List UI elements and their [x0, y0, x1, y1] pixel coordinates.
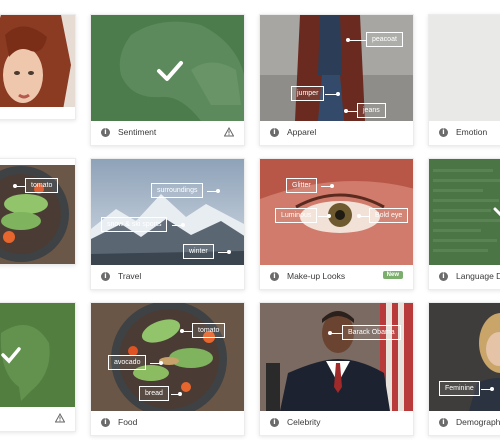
card-emotion-image — [429, 15, 500, 121]
card-food[interactable]: tomato avocado bread i Food — [90, 302, 245, 436]
card-title: Make-up Looks — [287, 271, 346, 281]
mountain-photo — [91, 159, 244, 265]
card-title: Travel — [118, 271, 142, 281]
card-language-footer: i Language De — [429, 263, 500, 289]
card-sentiment[interactable]: i Sentiment — [90, 14, 245, 146]
speech-illustration — [0, 325, 50, 401]
info-icon[interactable]: i — [270, 271, 279, 281]
apparel-photo — [260, 15, 413, 121]
card-title: Celebrity — [287, 417, 321, 427]
tag-label: Barack Obama — [342, 325, 401, 340]
warning-icon[interactable] — [224, 127, 234, 137]
food-photo — [0, 159, 75, 264]
card-title: Emotion — [456, 127, 488, 137]
card-title: Language De — [456, 271, 500, 281]
tag-label: Bold eye — [369, 208, 409, 223]
info-icon[interactable]: i — [270, 417, 279, 427]
card-emotion[interactable]: i Emotion — [428, 14, 500, 146]
card-travel-image — [91, 159, 244, 265]
card-makeup-footer: i Make-up Looks New — [260, 263, 413, 289]
tag-label: snow & ski sports — [101, 217, 168, 232]
tag-label: tomato — [192, 323, 226, 338]
card-apparel-image — [260, 15, 413, 121]
card-food-footer: i Food — [91, 409, 244, 435]
card-language-detection[interactable]: i Language De — [428, 158, 500, 290]
card-makeup-looks[interactable]: Glitter Luminous Bold eye i Make-up Look… — [259, 158, 414, 290]
hand-illustration — [119, 21, 244, 121]
card-demographics[interactable]: Feminine i Demographic — [428, 302, 500, 436]
info-icon[interactable]: i — [270, 127, 279, 137]
info-icon[interactable]: i — [439, 127, 448, 137]
tag-label: surroundings — [151, 183, 204, 198]
tag-label: Glitter — [286, 178, 317, 193]
card-travel[interactable]: surroundings snow & ski sports winter i … — [90, 158, 245, 290]
tag-label: bread — [139, 386, 169, 401]
info-icon[interactable]: i — [101, 127, 110, 137]
card-green-partial-image — [0, 303, 75, 407]
card-title: Sentiment — [118, 127, 157, 137]
tag-label: winter — [183, 244, 214, 259]
card-title: Demographic — [456, 417, 500, 427]
info-icon[interactable]: i — [101, 271, 110, 281]
card-celebrity-footer: i Celebrity — [260, 409, 413, 435]
tag-label: Feminine — [439, 381, 480, 396]
warning-icon[interactable] — [55, 413, 65, 423]
card-food-partial[interactable]: tomato — [0, 158, 76, 265]
card-green-partial[interactable] — [0, 302, 76, 432]
info-icon[interactable]: i — [101, 417, 110, 427]
celebrity-photo — [260, 303, 413, 411]
card-demographics-footer: i Demographic — [429, 409, 500, 435]
tag-label: jeans — [357, 103, 386, 118]
card-title: Apparel — [287, 127, 317, 137]
tag-label: avocado — [108, 355, 147, 370]
card-emotion-footer: i Emotion — [429, 119, 500, 145]
tag-label: tomato — [25, 178, 59, 193]
card-celebrity-image — [260, 303, 413, 411]
card-apparel[interactable]: peacoat jumper jeans i Apparel — [259, 14, 414, 146]
card-title: Food — [118, 417, 138, 427]
card-portrait[interactable] — [0, 14, 76, 120]
card-travel-footer: i Travel — [91, 263, 244, 289]
model-gallery-grid: i Sentiment peacoat jumper jeans i Appar… — [0, 0, 500, 440]
card-food-partial-image — [0, 159, 75, 264]
card-sentiment-image — [91, 15, 244, 121]
info-icon[interactable]: i — [439, 271, 448, 281]
tag-label: peacoat — [366, 32, 403, 47]
text-texture — [429, 159, 500, 265]
card-apparel-footer: i Apparel — [260, 119, 413, 145]
card-language-image — [429, 159, 500, 265]
info-icon[interactable]: i — [439, 417, 448, 427]
card-portrait-image — [0, 15, 75, 119]
tag-label: jumper — [291, 86, 325, 101]
tag-label: Luminous — [275, 208, 318, 223]
new-badge: New — [382, 271, 403, 279]
portrait-illustration — [0, 15, 75, 119]
card-sentiment-footer: i Sentiment — [91, 119, 244, 145]
card-green-partial-footer — [0, 405, 75, 431]
card-celebrity[interactable]: Barack Obama i Celebrity — [259, 302, 414, 436]
